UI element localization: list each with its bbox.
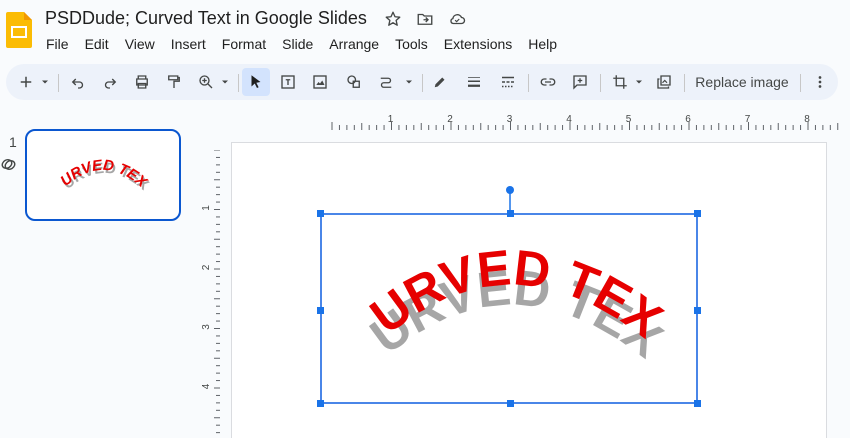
document-title[interactable]: PSDDude; Curved Text in Google Slides	[45, 8, 367, 29]
menu-bar: File Edit View Insert Format Slide Arran…	[38, 35, 565, 53]
menu-arrange[interactable]: Arrange	[321, 35, 387, 53]
ruler-label: 6	[685, 114, 691, 125]
star-icon[interactable]	[384, 10, 402, 28]
toolbar: Replace image	[6, 64, 838, 100]
print-icon	[136, 75, 148, 89]
resize-handle-bottom-left[interactable]	[317, 400, 324, 407]
more-options-button[interactable]	[810, 68, 830, 96]
zoom-button[interactable]	[194, 68, 218, 96]
ruler-label: 3	[201, 324, 212, 330]
plus-icon	[20, 76, 32, 88]
paint-format-button[interactable]	[162, 68, 186, 96]
move-to-folder-icon[interactable]	[416, 10, 434, 28]
resize-handle-bottom[interactable]	[507, 400, 514, 407]
slides-logo-icon[interactable]	[6, 12, 32, 48]
ruler-label: 4	[566, 114, 572, 125]
slide-link-icon[interactable]	[0, 156, 16, 172]
new-slide-button[interactable]	[14, 68, 38, 96]
cursor-arrow-icon	[251, 75, 261, 88]
insert-link-button[interactable]	[536, 68, 560, 96]
image-icon	[313, 75, 327, 89]
thumbnail-curved-text: CURVED TEXT CURVED TEXT	[27, 131, 152, 194]
ruler-label: 2	[447, 114, 453, 125]
resize-handle-bottom-right[interactable]	[694, 400, 701, 407]
redo-button[interactable]	[98, 68, 122, 96]
ruler-label: 1	[388, 114, 394, 125]
insert-image-button[interactable]	[308, 68, 332, 96]
replace-image-button[interactable]: Replace image	[692, 68, 792, 96]
menu-file[interactable]: File	[38, 35, 77, 53]
text-box-button[interactable]	[276, 68, 300, 96]
menu-format[interactable]: Format	[214, 35, 274, 53]
ruler-label: 7	[745, 114, 751, 125]
svg-text:CURVED TEXT: CURVED TEXT	[27, 131, 151, 191]
slide-thumbnail[interactable]: CURVED TEXT CURVED TEXT	[25, 129, 181, 221]
ruler-label: 2	[201, 264, 212, 270]
horizontal-ruler[interactable]: 1 2 3 4 5 6 7 8	[330, 112, 850, 130]
menu-tools[interactable]: Tools	[387, 35, 436, 53]
selected-image[interactable]: CURVED TEXT CURVED TEXT	[304, 170, 701, 407]
comment-add-icon	[573, 75, 587, 90]
shape-button[interactable]	[342, 68, 366, 96]
resize-handle-top[interactable]	[507, 210, 514, 217]
menu-extensions[interactable]: Extensions	[436, 35, 520, 53]
replace-image-label: Replace image	[695, 74, 789, 90]
ruler-label: 8	[804, 114, 810, 125]
menu-view[interactable]: View	[117, 35, 163, 53]
menu-insert[interactable]: Insert	[163, 35, 214, 53]
menu-help[interactable]: Help	[520, 35, 565, 53]
line-dropdown[interactable]	[402, 68, 416, 96]
caret-down-icon	[222, 80, 228, 84]
redo-icon	[104, 78, 117, 89]
pencil-icon	[434, 77, 445, 88]
thumbnail-text: CURVED TEXT	[27, 131, 151, 191]
slide-number: 1	[9, 134, 17, 150]
link-icon	[540, 78, 556, 86]
new-slide-layout-dropdown[interactable]	[38, 68, 52, 96]
shape-icon	[347, 75, 360, 88]
print-button[interactable]	[130, 68, 154, 96]
ruler-label: 1	[201, 205, 212, 211]
more-vert-icon	[818, 76, 822, 88]
insert-comment-button[interactable]	[568, 68, 592, 96]
reset-image-icon	[657, 75, 671, 89]
border-dash-icon	[502, 76, 514, 88]
caret-down-icon	[636, 80, 642, 84]
zoom-dropdown[interactable]	[218, 68, 232, 96]
vertical-ruler[interactable]: 1 2 3 4	[200, 150, 220, 437]
paint-format-icon	[168, 75, 180, 88]
undo-icon	[71, 78, 84, 89]
resize-handle-top-right[interactable]	[694, 210, 701, 217]
line-connector-icon	[380, 77, 392, 88]
border-weight-button[interactable]	[462, 68, 486, 96]
border-dash-button[interactable]	[496, 68, 520, 96]
crop-icon	[613, 75, 627, 89]
text-box-icon	[281, 75, 295, 89]
resize-handle-right[interactable]	[694, 307, 701, 314]
crop-button[interactable]	[608, 68, 632, 96]
menu-slide[interactable]: Slide	[274, 35, 321, 53]
resize-handle-top-left[interactable]	[317, 210, 324, 217]
select-tool-button[interactable]	[242, 68, 270, 96]
border-weight-icon	[468, 77, 480, 87]
line-button[interactable]	[374, 68, 398, 96]
menu-edit[interactable]: Edit	[77, 35, 117, 53]
reset-image-button[interactable]	[652, 68, 676, 96]
caret-down-icon	[406, 80, 412, 84]
curved-text-image: CURVED TEXT CURVED TEXT	[304, 170, 673, 369]
crop-dropdown[interactable]	[632, 68, 646, 96]
ruler-label: 3	[507, 114, 513, 125]
caret-down-icon	[42, 80, 48, 84]
ruler-label: 5	[626, 114, 632, 125]
resize-handle-left[interactable]	[317, 307, 324, 314]
border-color-button[interactable]	[428, 68, 452, 96]
undo-button[interactable]	[66, 68, 90, 96]
ruler-label: 4	[201, 383, 212, 389]
cloud-status-icon[interactable]	[448, 10, 466, 28]
zoom-icon	[199, 75, 213, 89]
